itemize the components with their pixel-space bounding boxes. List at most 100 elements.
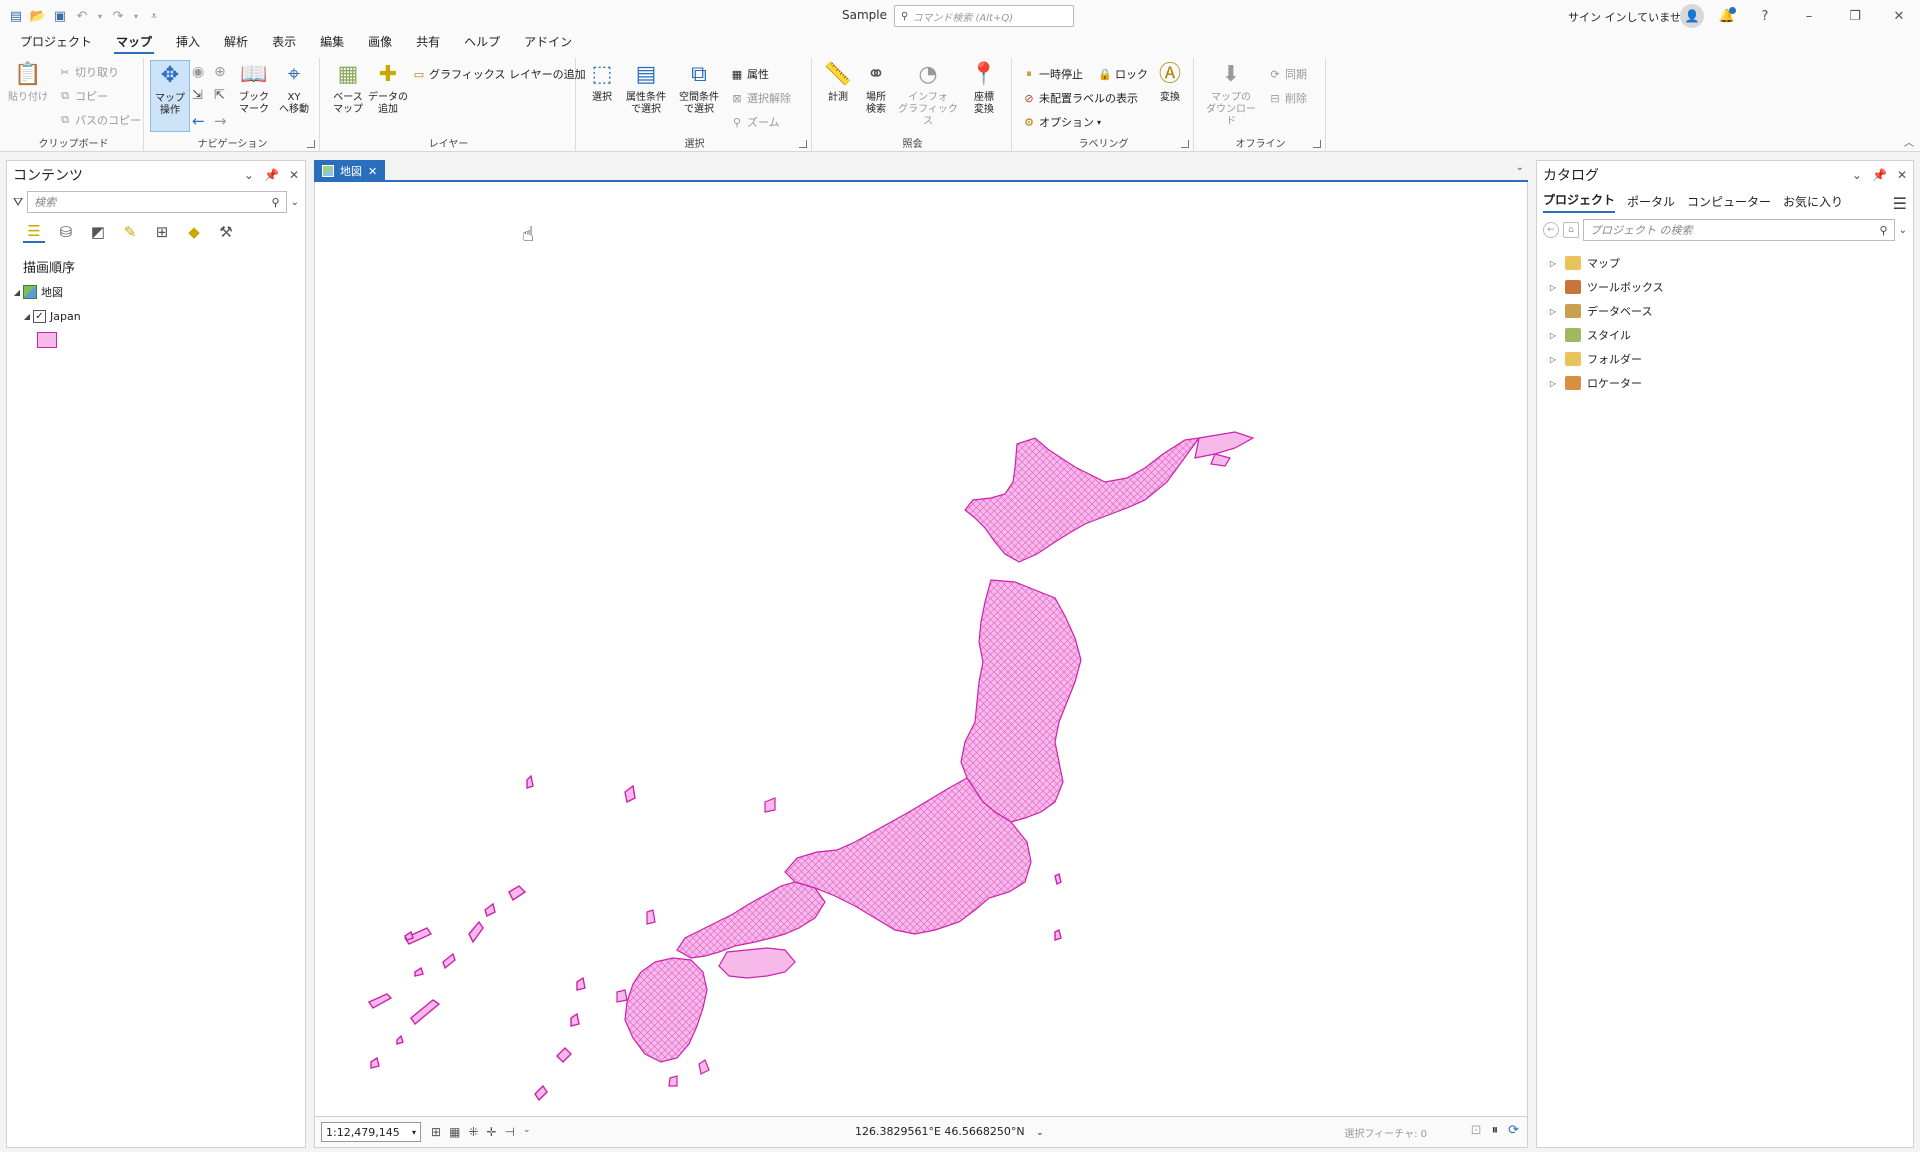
- home-icon[interactable]: ⌂: [1563, 222, 1579, 238]
- scale-selector[interactable]: 1:12,479,145 ▾: [321, 1122, 421, 1142]
- expand-arrow-icon[interactable]: ▷: [1547, 331, 1559, 340]
- select-button[interactable]: ⬚ 選択: [582, 60, 622, 104]
- expand-arrow-icon[interactable]: ▷: [1547, 355, 1559, 364]
- basemap-button[interactable]: ▦ ベース マップ: [328, 60, 368, 116]
- tab-6[interactable]: 画像: [356, 32, 404, 54]
- collapse-ribbon-icon[interactable]: ︿: [1904, 134, 1914, 149]
- collapse-arrow-icon[interactable]: ◢: [21, 312, 33, 321]
- catalog-tab-2[interactable]: コンピューター: [1687, 193, 1771, 213]
- editing-view-icon[interactable]: ✎: [119, 221, 141, 243]
- catalog-tab-3[interactable]: お気に入り: [1783, 193, 1843, 213]
- pause-drawing-icon[interactable]: ⏸: [1492, 1123, 1499, 1138]
- redo-icon[interactable]: ↷: [110, 8, 126, 24]
- navigation-launcher-icon[interactable]: [307, 140, 315, 148]
- tab-0[interactable]: プロジェクト: [8, 32, 104, 54]
- search-dropdown-icon[interactable]: ⌄: [1899, 225, 1907, 236]
- zoom-out-fixed-button[interactable]: ⇱: [214, 88, 225, 103]
- grid-icon[interactable]: ▦: [449, 1125, 460, 1139]
- coordinate-conversion-button[interactable]: 📍 座標 変換: [964, 60, 1004, 116]
- cut-button[interactable]: ✂ 切り取り: [58, 64, 119, 80]
- add-layer-icon[interactable]: ⊞: [431, 1125, 441, 1139]
- tab-2[interactable]: 挿入: [164, 32, 212, 54]
- snapping-view-icon[interactable]: ⊞: [151, 221, 173, 243]
- tab-list-dropdown-icon[interactable]: ⌄: [1516, 162, 1524, 173]
- catalog-search-input[interactable]: プロジェクト の検索 ⚲: [1583, 219, 1895, 241]
- coordinate-readout[interactable]: 126.3829561°E 46.5668250°N ⌄: [855, 1125, 1044, 1138]
- filter-icon[interactable]: ⛛: [13, 195, 23, 210]
- map-canvas[interactable]: [314, 182, 1528, 1116]
- tab-7[interactable]: 共有: [404, 32, 452, 54]
- layer-visibility-checkbox[interactable]: ✓: [33, 309, 46, 323]
- attributes-button[interactable]: ▦ 属性: [730, 66, 769, 82]
- snapping-icon[interactable]: ⁜: [468, 1125, 478, 1139]
- expand-arrow-icon[interactable]: ▷: [1547, 307, 1559, 316]
- customize-qat-icon[interactable]: ⩡: [146, 8, 162, 24]
- save-icon[interactable]: ▣: [52, 8, 68, 24]
- tab-3[interactable]: 解析: [212, 32, 260, 54]
- select-by-location-button[interactable]: ⧉ 空間条件 で選択: [676, 60, 722, 116]
- auto-refresh-icon[interactable]: ⊡: [1471, 1123, 1482, 1138]
- tab-map[interactable]: 地図 ✕: [314, 160, 386, 182]
- expand-arrow-icon[interactable]: ▷: [1547, 283, 1559, 292]
- notification-bell-icon[interactable]: 🔔: [1718, 7, 1736, 25]
- tab-9[interactable]: アドイン: [512, 32, 584, 54]
- selection-view-icon[interactable]: ◩: [87, 221, 109, 243]
- data-source-icon[interactable]: ⛁: [55, 221, 77, 243]
- tab-8[interactable]: ヘルプ: [452, 32, 512, 54]
- command-search-input[interactable]: ⚲ コマンド検索 (Alt+Q): [894, 5, 1074, 27]
- restore-icon[interactable]: ❐: [1846, 7, 1864, 25]
- full-extent-button[interactable]: ◉: [192, 64, 204, 80]
- explore-button[interactable]: ✥ マップ 操作: [150, 60, 190, 132]
- more-dropdown-icon[interactable]: ⌄: [523, 1125, 531, 1139]
- add-data-button[interactable]: ✚ データの 追加: [368, 60, 408, 116]
- pane-options-icon[interactable]: ⌄: [1852, 168, 1862, 182]
- back-icon[interactable]: ←: [1543, 222, 1559, 238]
- zoom-in-fixed-button[interactable]: ⇲: [192, 88, 203, 103]
- offline-launcher-icon[interactable]: [1313, 140, 1321, 148]
- menu-icon[interactable]: ☰: [1893, 194, 1907, 213]
- contents-search-input[interactable]: 検索 ⚲: [27, 191, 287, 213]
- map-node[interactable]: ◢ 地図: [7, 280, 305, 304]
- sync-button[interactable]: ⟳ 同期: [1268, 66, 1307, 82]
- view-unplaced-button[interactable]: ⊘ 未配置ラベルの表示: [1022, 90, 1138, 106]
- copy-path-button[interactable]: ⧉ パスのコピー: [58, 112, 141, 128]
- measure-button[interactable]: 📏 計測: [818, 60, 858, 104]
- selected-features-count[interactable]: 選択フィーチャ: 0: [1344, 1125, 1427, 1140]
- back-button[interactable]: ←: [192, 112, 205, 130]
- paste-button[interactable]: 📋 貼り付け: [8, 60, 48, 104]
- copy-button[interactable]: ⧉ コピー: [58, 88, 108, 104]
- convert-labels-button[interactable]: Ⓐ 変換: [1150, 60, 1190, 104]
- pin-icon[interactable]: 📌: [264, 168, 279, 182]
- close-pane-icon[interactable]: ✕: [289, 168, 299, 182]
- remove-button[interactable]: ⊟ 削除: [1268, 90, 1307, 106]
- select-by-attributes-button[interactable]: ▤ 属性条件 で選択: [624, 60, 668, 116]
- labeling-view-icon[interactable]: ◆: [183, 221, 205, 243]
- expand-arrow-icon[interactable]: ▷: [1547, 379, 1559, 388]
- correction-icon[interactable]: ⊣: [505, 1125, 515, 1139]
- catalog-item[interactable]: ▷ ロケーター: [1537, 371, 1913, 395]
- clear-selection-button[interactable]: ⊠ 選択解除: [730, 90, 791, 106]
- avatar[interactable]: 👤: [1680, 4, 1704, 28]
- catalog-item[interactable]: ▷ スタイル: [1537, 323, 1913, 347]
- labeling-launcher-icon[interactable]: [1181, 140, 1189, 148]
- catalog-item[interactable]: ▷ フォルダー: [1537, 347, 1913, 371]
- open-icon[interactable]: 📂: [30, 8, 46, 24]
- catalog-tab-0[interactable]: プロジェクト: [1543, 191, 1616, 213]
- search-dropdown-icon[interactable]: ⌄: [291, 197, 299, 208]
- bookmark-button[interactable]: 📖 ブック マーク: [234, 60, 274, 116]
- collapse-arrow-icon[interactable]: ◢: [11, 288, 23, 297]
- goto-xy-button[interactable]: ⌖ XY へ移動: [274, 60, 314, 116]
- catalog-item[interactable]: ▷ データベース: [1537, 299, 1913, 323]
- drawing-order-icon[interactable]: ☰: [23, 221, 45, 243]
- new-project-icon[interactable]: ▤: [8, 8, 24, 24]
- fixed-zoom-button[interactable]: ⊕: [214, 64, 226, 80]
- selection-launcher-icon[interactable]: [799, 140, 807, 148]
- label-options-button[interactable]: ⚙ オプション ▾: [1022, 114, 1101, 130]
- tab-5[interactable]: 編集: [308, 32, 356, 54]
- signin-status[interactable]: サイン インしていません: [1568, 9, 1692, 25]
- coordinate-format-dropdown-icon[interactable]: ⌄: [1036, 1128, 1044, 1138]
- undo-icon[interactable]: ↶: [74, 8, 90, 24]
- zoom-to-selection-button[interactable]: ⚲ ズーム: [730, 114, 780, 130]
- coordinate-crosshair-icon[interactable]: ✛: [486, 1125, 496, 1139]
- close-pane-icon[interactable]: ✕: [1897, 168, 1907, 182]
